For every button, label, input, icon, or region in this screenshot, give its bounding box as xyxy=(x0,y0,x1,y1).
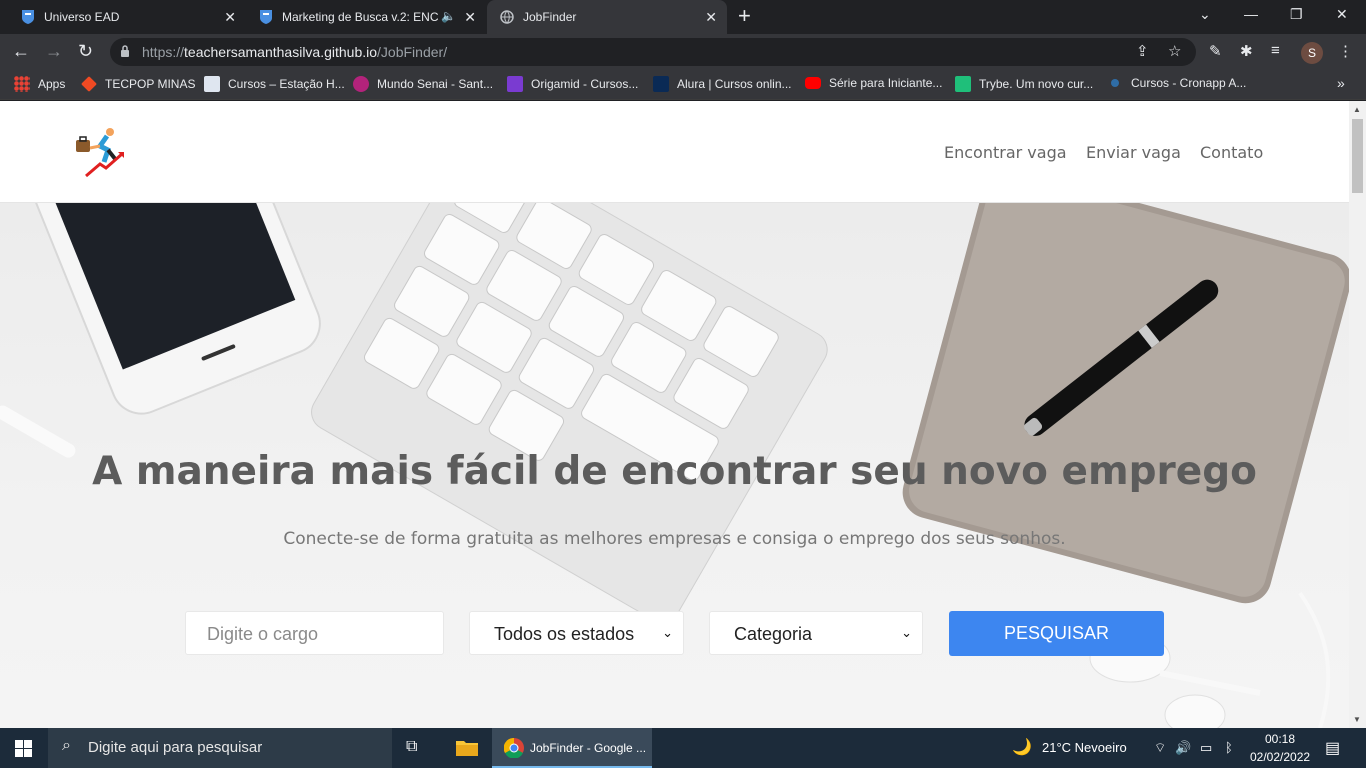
taskbar-search-box[interactable]: ⌕ Digite aqui para pesquisar xyxy=(48,728,392,768)
restore-icon[interactable]: ❐ xyxy=(1290,6,1303,23)
scroll-down-arrow-icon[interactable]: ▼ xyxy=(1353,715,1361,724)
bookmark-alura[interactable]: Alura | Cursos onlin... xyxy=(653,76,792,92)
more-menu-icon[interactable]: ⋮ xyxy=(1338,42,1353,60)
bookmark-apps[interactable]: Apps xyxy=(14,76,65,92)
file-explorer-folder-icon[interactable] xyxy=(456,738,478,756)
taskbar-chrome-app[interactable]: JobFinder - Google ... xyxy=(492,728,652,768)
bookmarks-bar: Apps TECPOP MINAS Cursos – Estação H... … xyxy=(0,70,1366,100)
bookmark-origamid[interactable]: Origamid - Cursos... xyxy=(507,76,638,92)
cronapp-icon xyxy=(1111,79,1119,87)
forward-arrow-icon[interactable]: → xyxy=(45,41,63,61)
category-select[interactable]: Categoria ⌄ xyxy=(709,611,923,655)
url-text[interactable]: https://teachersamanthasilva.github.io/J… xyxy=(142,44,447,60)
shield-icon xyxy=(20,9,36,25)
back-arrow-icon[interactable]: ← xyxy=(12,41,30,61)
bookmark-youtube[interactable]: Série para Iniciante... xyxy=(805,76,942,90)
state-select-value: Todos os estados xyxy=(494,624,635,644)
bookmark-estacao[interactable]: Cursos – Estação H... xyxy=(204,76,345,92)
estacao-icon xyxy=(204,76,220,92)
scroll-up-arrow-icon[interactable]: ▲ xyxy=(1353,105,1361,114)
search-button[interactable]: PESQUISAR xyxy=(949,611,1164,656)
hero-subtitle: Conecte-se de forma gratuita as melhores… xyxy=(283,529,1066,549)
more-bookmarks-chevron-icon[interactable]: » xyxy=(1337,75,1345,91)
browser-toolbar: ← → ↻ https://teachersamanthasilva.githu… xyxy=(0,34,1366,70)
chevron-down-icon: ⌄ xyxy=(662,625,673,640)
reload-icon[interactable]: ↻ xyxy=(78,41,93,61)
senai-icon xyxy=(353,76,369,92)
weather-text[interactable]: 21°C Nevoeiro xyxy=(1042,740,1127,755)
share-icon[interactable]: ⇪ xyxy=(1136,42,1149,60)
bookmark-senai[interactable]: Mundo Senai - Sant... xyxy=(353,76,493,92)
battery-icon[interactable]: ▭ xyxy=(1200,740,1212,756)
job-title-input[interactable]: Digite o cargo xyxy=(185,611,444,655)
tab-title: Universo EAD xyxy=(44,10,120,24)
tab-title: Marketing de Busca v.2: ENC xyxy=(282,10,438,24)
notifications-icon[interactable]: ▤ xyxy=(1325,738,1340,758)
tab-universo-ead[interactable]: Universo EAD ✕ xyxy=(0,0,246,34)
bluetooth-icon[interactable]: ᛒ xyxy=(1225,740,1233,755)
windows-start-icon[interactable] xyxy=(15,740,32,757)
tab-marketing[interactable]: Marketing de Busca v.2: ENC 🔈 ✕ xyxy=(246,0,486,34)
nav-post-job[interactable]: Enviar vaga xyxy=(1086,143,1181,162)
alura-icon xyxy=(653,76,669,92)
origamid-icon xyxy=(507,76,523,92)
scrollbar-thumb[interactable] xyxy=(1352,119,1363,193)
trybe-icon xyxy=(955,76,971,92)
media-queue-icon[interactable]: ≡ xyxy=(1271,42,1280,59)
chrome-icon xyxy=(504,738,524,758)
speaker-icon[interactable]: 🔈 xyxy=(441,9,456,23)
page-scrollbar[interactable]: ▲ ▼ xyxy=(1349,101,1366,728)
hero-title: A maneira mais fácil de encontrar seu no… xyxy=(92,449,1257,494)
avatar[interactable]: S xyxy=(1301,42,1323,64)
new-tab-plus-icon[interactable]: + xyxy=(738,5,751,27)
page-viewport: Encontrar vaga Enviar vaga Contato A man… xyxy=(0,101,1349,728)
state-select[interactable]: Todos os estados ⌄ xyxy=(469,611,684,655)
clock-date[interactable]: 02/02/2022 xyxy=(1250,750,1310,764)
nav-find-job[interactable]: Encontrar vaga xyxy=(944,143,1067,162)
shield-icon xyxy=(258,9,274,25)
browser-tab-bar: Universo EAD ✕ Marketing de Busca v.2: E… xyxy=(0,0,1366,34)
moon-weather-icon: 🌙 xyxy=(1012,739,1032,756)
globe-icon xyxy=(499,9,515,25)
windows-taskbar: ⌕ Digite aqui para pesquisar ⧉ JobFinder… xyxy=(0,728,1366,768)
window-close-icon[interactable]: ✕ xyxy=(1336,6,1348,23)
apps-grid-icon xyxy=(14,76,30,92)
youtube-icon xyxy=(805,77,821,89)
close-icon[interactable]: ✕ xyxy=(464,9,476,25)
extension-pen-icon[interactable]: ✎ xyxy=(1209,42,1222,60)
tab-search-chevron-icon[interactable]: ⌄ xyxy=(1199,6,1211,23)
tecpop-icon xyxy=(81,76,97,92)
search-icon: ⌕ xyxy=(62,737,71,754)
clock-time[interactable]: 00:18 xyxy=(1265,732,1295,746)
bookmark-trybe[interactable]: Trybe. Um novo cur... xyxy=(955,76,1093,92)
tab-jobfinder[interactable]: JobFinder ✕ xyxy=(487,0,727,34)
nav-contact[interactable]: Contato xyxy=(1200,143,1263,162)
site-header: Encontrar vaga Enviar vaga Contato xyxy=(0,101,1349,203)
bookmark-tecpop[interactable]: TECPOP MINAS xyxy=(81,76,195,92)
address-bar[interactable]: https://teachersamanthasilva.github.io/J… xyxy=(110,38,1196,66)
puzzle-icon[interactable]: ✱ xyxy=(1240,42,1253,60)
tab-title: JobFinder xyxy=(523,10,577,24)
chevron-down-icon: ⌄ xyxy=(901,625,912,640)
close-icon[interactable]: ✕ xyxy=(224,9,236,25)
task-view-icon[interactable]: ⧉ xyxy=(406,738,417,756)
lock-icon xyxy=(121,45,129,57)
category-select-value: Categoria xyxy=(734,624,813,644)
volume-icon[interactable]: 🔊 xyxy=(1175,740,1191,756)
minimize-icon[interactable]: — xyxy=(1244,6,1258,22)
close-icon[interactable]: ✕ xyxy=(705,9,717,25)
network-icon[interactable]: ⌔ xyxy=(1154,740,1166,756)
bookmark-cronapp[interactable]: Cursos - Cronapp A... xyxy=(1107,76,1246,90)
star-icon[interactable]: ☆ xyxy=(1168,42,1181,60)
logo-runner-icon[interactable] xyxy=(74,126,128,180)
